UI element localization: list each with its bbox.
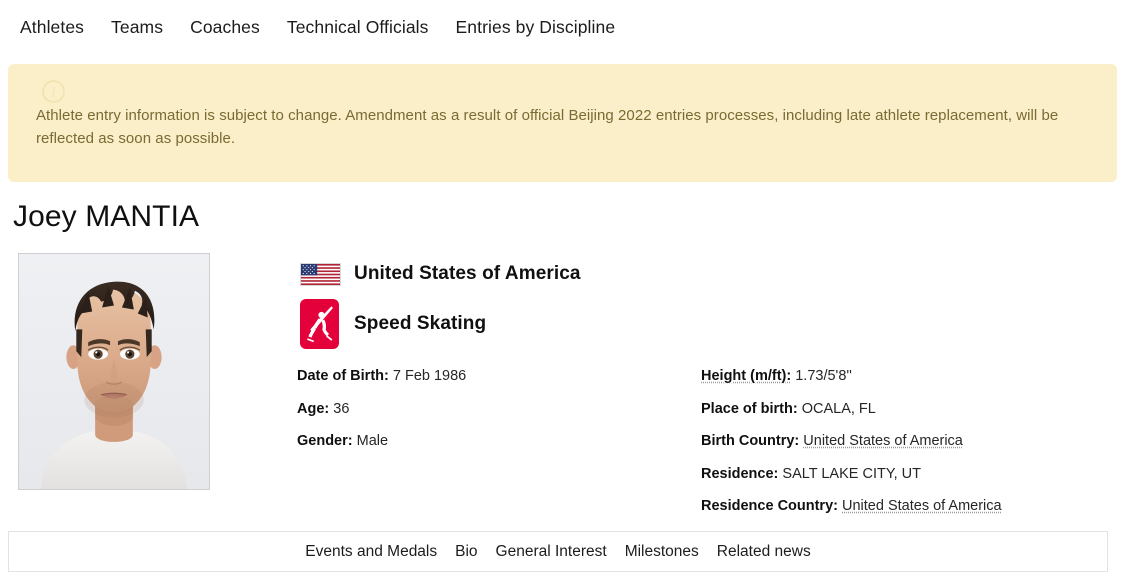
detail-date-of-birth: Date of Birth: 7 Feb 1986 (297, 360, 466, 393)
nav-item-athletes[interactable]: Athletes (20, 17, 84, 38)
speed-skating-pictogram (306, 306, 333, 343)
detail-label: Birth Country: (701, 433, 800, 449)
portrait-illustration (19, 254, 209, 489)
athlete-portrait-photo (18, 253, 210, 490)
tab-events-and-medals[interactable]: Events and Medals (305, 543, 437, 561)
detail-label: Residence Country: (701, 498, 838, 514)
detail-value: Male (356, 433, 389, 449)
nav-item-teams[interactable]: Teams (111, 17, 163, 38)
tab-related-news[interactable]: Related news (717, 543, 811, 561)
detail-value: SALT LAKE CITY, UT (782, 465, 922, 482)
athlete-details-right: Height (m/ft): 1.73/5'8'' Place of birth… (701, 360, 1002, 523)
primary-navigation: Athletes Teams Coaches Technical Officia… (0, 0, 1144, 55)
detail-label: Place of birth: (701, 400, 798, 417)
detail-value: 1.73/5'8'' (795, 368, 852, 384)
detail-label: Residence: (701, 465, 779, 482)
detail-residence: Residence: SALT LAKE CITY, UT (701, 458, 1002, 491)
detail-value: OCALA, FL (801, 400, 876, 417)
nav-item-technical-officials[interactable]: Technical Officials (287, 17, 429, 38)
sport-row: Speed Skating (300, 299, 581, 349)
detail-birth-country: Birth Country: United States of America (701, 425, 1002, 458)
tab-general-interest[interactable]: General Interest (496, 543, 607, 561)
detail-value: 36 (333, 400, 350, 417)
detail-label: Age: (297, 400, 330, 417)
tab-milestones[interactable]: Milestones (625, 543, 699, 561)
entry-information-notice: i Athlete entry information is subject t… (8, 64, 1117, 182)
athlete-identity: United States of America Speed Skating (300, 252, 581, 349)
detail-value: United States of America (842, 498, 1002, 514)
detail-value: United States of America (803, 433, 963, 449)
detail-gender: Gender: Male (297, 425, 466, 458)
detail-value: 7 Feb 1986 (392, 368, 467, 384)
sport-name: Speed Skating (354, 313, 487, 334)
detail-age: Age: 36 (297, 393, 466, 426)
page-title: Joey MANTIA (13, 200, 200, 233)
notice-text: Athlete entry information is subject to … (36, 107, 1059, 147)
speed-skating-icon (300, 299, 339, 349)
athlete-section-tabs: Events and Medals Bio General Interest M… (8, 531, 1108, 572)
country-row: United States of America (300, 252, 581, 296)
nav-item-coaches[interactable]: Coaches (190, 17, 260, 38)
country-name: United States of America (354, 263, 581, 284)
detail-height: Height (m/ft): 1.73/5'8'' (701, 360, 1002, 393)
detail-label: Date of Birth: (297, 368, 389, 384)
detail-residence-country: Residence Country: United States of Amer… (701, 490, 1002, 523)
athlete-details-left: Date of Birth: 7 Feb 1986 Age: 36 Gender… (297, 360, 466, 458)
nav-item-entries-by-discipline[interactable]: Entries by Discipline (456, 17, 616, 38)
detail-label: Gender: (297, 433, 353, 449)
tab-bio[interactable]: Bio (455, 543, 477, 561)
detail-label: Height (m/ft): (701, 368, 792, 384)
detail-place-of-birth: Place of birth: OCALA, FL (701, 393, 1002, 426)
flag-usa-icon (300, 262, 341, 286)
info-icon: i (42, 80, 65, 103)
